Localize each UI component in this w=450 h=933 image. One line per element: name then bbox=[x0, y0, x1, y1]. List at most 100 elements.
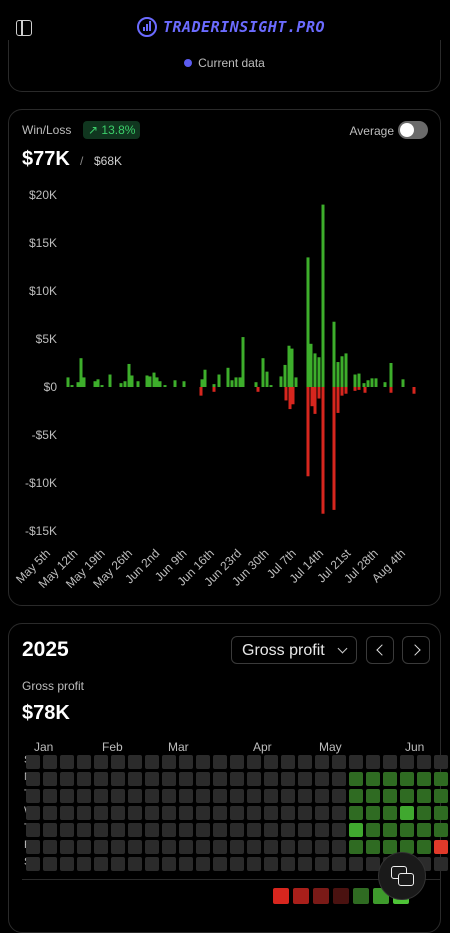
day-cell[interactable] bbox=[247, 789, 261, 803]
day-cell[interactable] bbox=[366, 789, 380, 803]
day-cell[interactable] bbox=[60, 823, 74, 837]
day-cell[interactable] bbox=[162, 840, 176, 854]
day-cell[interactable] bbox=[77, 806, 91, 820]
day-cell[interactable] bbox=[434, 823, 448, 837]
day-cell[interactable] bbox=[298, 857, 312, 871]
day-cell[interactable] bbox=[264, 789, 278, 803]
day-cell[interactable] bbox=[315, 755, 329, 769]
day-cell[interactable] bbox=[264, 806, 278, 820]
day-cell[interactable] bbox=[26, 755, 40, 769]
day-cell[interactable] bbox=[383, 789, 397, 803]
day-cell[interactable] bbox=[94, 840, 108, 854]
metric-select[interactable]: Gross profit bbox=[231, 636, 357, 664]
day-cell[interactable] bbox=[179, 772, 193, 786]
day-cell[interactable] bbox=[230, 806, 244, 820]
day-cell[interactable] bbox=[196, 755, 210, 769]
day-cell[interactable] bbox=[247, 857, 261, 871]
day-cell[interactable] bbox=[383, 806, 397, 820]
day-cell[interactable] bbox=[26, 789, 40, 803]
previous-year-button[interactable] bbox=[366, 636, 394, 664]
day-cell[interactable] bbox=[281, 806, 295, 820]
day-cell[interactable] bbox=[43, 806, 57, 820]
day-cell[interactable] bbox=[94, 789, 108, 803]
day-cell[interactable] bbox=[77, 789, 91, 803]
day-cell[interactable] bbox=[111, 840, 125, 854]
day-cell[interactable] bbox=[94, 755, 108, 769]
day-cell[interactable] bbox=[60, 755, 74, 769]
day-cell[interactable] bbox=[128, 823, 142, 837]
day-cell[interactable] bbox=[264, 823, 278, 837]
day-cell[interactable] bbox=[26, 772, 40, 786]
day-cell[interactable] bbox=[230, 789, 244, 803]
day-cell[interactable] bbox=[298, 840, 312, 854]
day-cell[interactable] bbox=[26, 840, 40, 854]
day-cell[interactable] bbox=[43, 772, 57, 786]
day-cell[interactable] bbox=[111, 755, 125, 769]
day-cell[interactable] bbox=[264, 857, 278, 871]
day-cell[interactable] bbox=[332, 772, 346, 786]
day-cell[interactable] bbox=[417, 823, 431, 837]
day-cell[interactable] bbox=[111, 772, 125, 786]
day-cell[interactable] bbox=[349, 755, 363, 769]
day-cell[interactable] bbox=[43, 857, 57, 871]
day-cell[interactable] bbox=[60, 806, 74, 820]
brand[interactable]: TRADERINSIGHT.PRO bbox=[137, 17, 325, 37]
day-cell[interactable] bbox=[281, 823, 295, 837]
day-cell[interactable] bbox=[60, 857, 74, 871]
day-cell[interactable] bbox=[264, 772, 278, 786]
day-cell[interactable] bbox=[332, 857, 346, 871]
next-year-button[interactable] bbox=[402, 636, 430, 664]
day-cell[interactable] bbox=[366, 823, 380, 837]
day-cell[interactable] bbox=[213, 806, 227, 820]
day-cell[interactable] bbox=[434, 840, 448, 854]
day-cell[interactable] bbox=[43, 755, 57, 769]
day-cell[interactable] bbox=[349, 772, 363, 786]
day-cell[interactable] bbox=[349, 806, 363, 820]
day-cell[interactable] bbox=[77, 857, 91, 871]
day-cell[interactable] bbox=[162, 823, 176, 837]
day-cell[interactable] bbox=[145, 755, 159, 769]
day-cell[interactable] bbox=[417, 806, 431, 820]
day-cell[interactable] bbox=[179, 755, 193, 769]
day-cell[interactable] bbox=[417, 840, 431, 854]
day-cell[interactable] bbox=[315, 823, 329, 837]
day-cell[interactable] bbox=[332, 823, 346, 837]
day-cell[interactable] bbox=[281, 857, 295, 871]
day-cell[interactable] bbox=[247, 755, 261, 769]
day-cell[interactable] bbox=[43, 823, 57, 837]
day-cell[interactable] bbox=[315, 789, 329, 803]
chat-button[interactable] bbox=[378, 852, 426, 900]
day-cell[interactable] bbox=[43, 789, 57, 803]
day-cell[interactable] bbox=[162, 772, 176, 786]
day-cell[interactable] bbox=[417, 755, 431, 769]
day-cell[interactable] bbox=[366, 840, 380, 854]
day-cell[interactable] bbox=[434, 857, 448, 871]
day-cell[interactable] bbox=[247, 806, 261, 820]
day-cell[interactable] bbox=[111, 789, 125, 803]
day-cell[interactable] bbox=[230, 772, 244, 786]
day-cell[interactable] bbox=[298, 755, 312, 769]
day-cell[interactable] bbox=[111, 823, 125, 837]
day-cell[interactable] bbox=[128, 772, 142, 786]
day-cell[interactable] bbox=[179, 857, 193, 871]
day-cell[interactable] bbox=[298, 789, 312, 803]
day-cell[interactable] bbox=[26, 823, 40, 837]
day-cell[interactable] bbox=[366, 755, 380, 769]
day-cell[interactable] bbox=[213, 755, 227, 769]
day-cell[interactable] bbox=[179, 840, 193, 854]
day-cell[interactable] bbox=[213, 823, 227, 837]
day-cell[interactable] bbox=[162, 857, 176, 871]
day-cell[interactable] bbox=[281, 789, 295, 803]
day-cell[interactable] bbox=[60, 772, 74, 786]
day-cell[interactable] bbox=[298, 806, 312, 820]
day-cell[interactable] bbox=[162, 806, 176, 820]
day-cell[interactable] bbox=[434, 806, 448, 820]
day-cell[interactable] bbox=[247, 823, 261, 837]
day-cell[interactable] bbox=[77, 755, 91, 769]
day-cell[interactable] bbox=[94, 772, 108, 786]
day-cell[interactable] bbox=[247, 772, 261, 786]
day-cell[interactable] bbox=[213, 840, 227, 854]
day-cell[interactable] bbox=[281, 755, 295, 769]
day-cell[interactable] bbox=[400, 806, 414, 820]
day-cell[interactable] bbox=[400, 823, 414, 837]
